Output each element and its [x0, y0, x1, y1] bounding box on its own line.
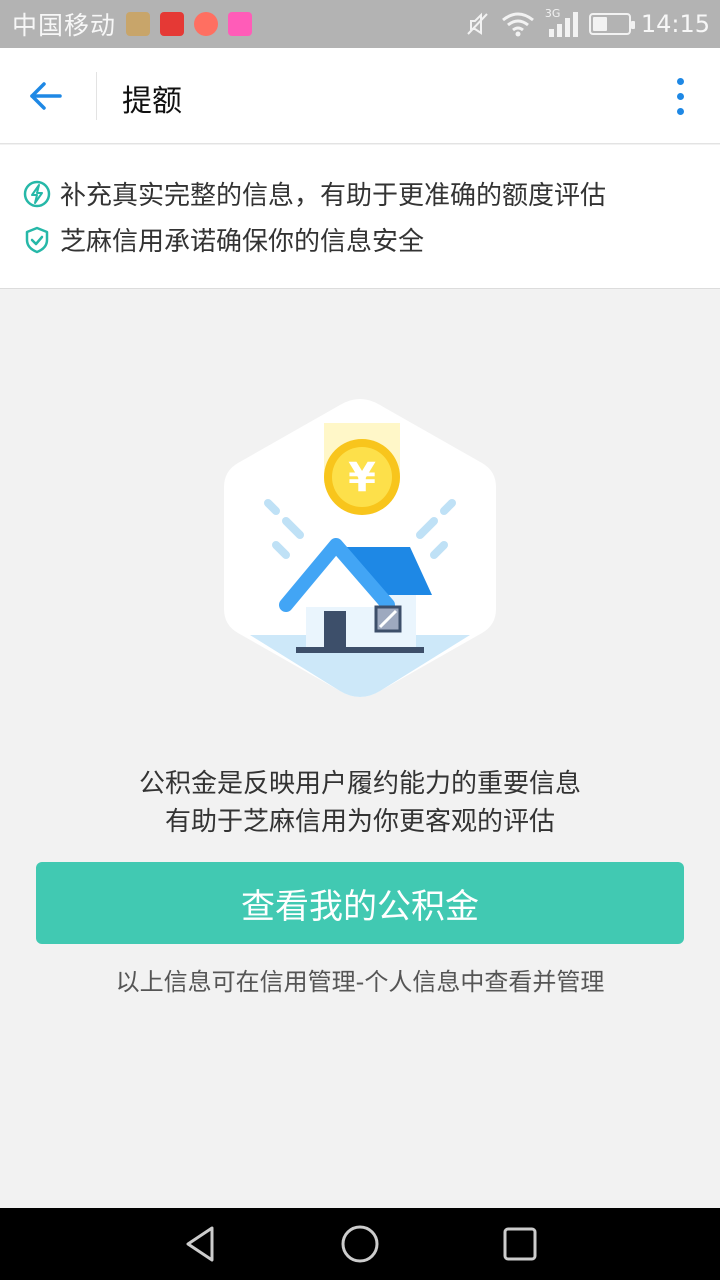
info-row-accuracy: 补充真实完整的信息，有助于更准确的额度评估 [22, 175, 606, 212]
back-button[interactable] [18, 68, 74, 124]
view-housing-fund-button[interactable]: 查看我的公积金 [36, 862, 684, 944]
carrier-name: 中国移动 [12, 11, 117, 40]
more-options-button[interactable] [660, 68, 700, 124]
signal-icon [548, 12, 578, 37]
square-recents-icon [503, 1227, 537, 1261]
description: 公积金是反映用户履约能力的重要信息 有助于芝麻信用为你更客观的评估 [0, 765, 720, 841]
lightning-icon [23, 180, 51, 207]
status-right: 3G 14:15 [465, 0, 710, 48]
app-bar: 提额 [0, 48, 720, 144]
status-bar: 中国移动 3G 14:15 [0, 0, 720, 48]
mute-icon [467, 12, 488, 35]
nav-home-button[interactable] [340, 1224, 380, 1264]
info-text-accuracy: 补充真实完整的信息，有助于更准确的额度评估 [60, 181, 607, 211]
description-line-2: 有助于芝麻信用为你更客观的评估 [164, 807, 555, 837]
info-section: 补充真实完整的信息，有助于更准确的额度评估 芝麻信用承诺确保你的信息安全 [0, 145, 720, 289]
app-bar-divider [96, 72, 97, 120]
signal-indicator: 3G [545, 7, 579, 39]
notification-icons [126, 12, 253, 36]
more-dot [676, 107, 684, 115]
nav-recents-button[interactable] [500, 1224, 540, 1264]
face-app-icon [228, 12, 253, 36]
more-dot [676, 92, 684, 100]
yuan-coin-icon: ¥ [324, 439, 400, 515]
description-line-1: 公积金是反映用户履约能力的重要信息 [138, 769, 581, 799]
circle-home-icon [341, 1225, 379, 1263]
wifi-icon [501, 12, 534, 37]
system-nav-bar [0, 1208, 720, 1280]
more-dot [676, 77, 684, 85]
heart-app-icon [126, 12, 151, 36]
tool-app-icon [194, 12, 219, 36]
info-row-security: 芝麻信用承诺确保你的信息安全 [22, 221, 424, 258]
shield-check-icon [25, 226, 49, 253]
management-note: 以上信息可在信用管理-个人信息中查看并管理 [115, 968, 605, 996]
triangle-back-icon [186, 1226, 214, 1262]
clock: 14:15 [640, 10, 710, 38]
nav-back-button[interactable] [180, 1224, 220, 1264]
battery-icon [588, 13, 635, 35]
back-arrow-icon [30, 82, 62, 110]
housing-fund-illustration: ¥ [224, 399, 496, 697]
info-text-security: 芝麻信用承诺确保你的信息安全 [60, 227, 425, 257]
svg-text:¥: ¥ [348, 455, 376, 501]
page-title: 提额 [122, 84, 182, 119]
money-locker-icon [160, 12, 185, 36]
